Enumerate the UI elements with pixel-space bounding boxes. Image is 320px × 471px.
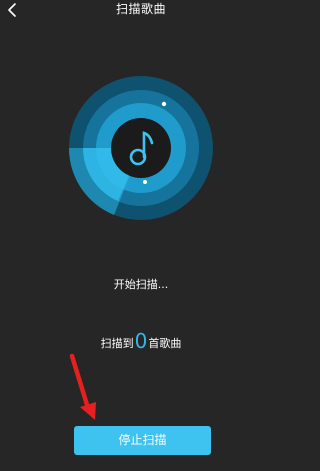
scan-radar-icon bbox=[68, 76, 213, 220]
page-title: 扫描歌曲 bbox=[115, 2, 166, 16]
header: 扫描歌曲 bbox=[0, 0, 282, 22]
count-suffix: 首歌曲 bbox=[148, 337, 182, 350]
scan-songs-screen: 扫描歌曲 开始扫描... 扫描到0首歌曲 停止扫描 bbox=[0, 0, 282, 471]
stop-scan-button[interactable]: 停止扫描 bbox=[74, 426, 211, 455]
scan-status-text: 开始扫描... bbox=[113, 278, 169, 291]
scan-count-line: 扫描到0首歌曲 bbox=[0, 329, 282, 353]
red-arrow-icon bbox=[69, 353, 96, 420]
count-prefix: 扫描到 bbox=[100, 337, 134, 350]
count-value: 0 bbox=[134, 329, 148, 353]
